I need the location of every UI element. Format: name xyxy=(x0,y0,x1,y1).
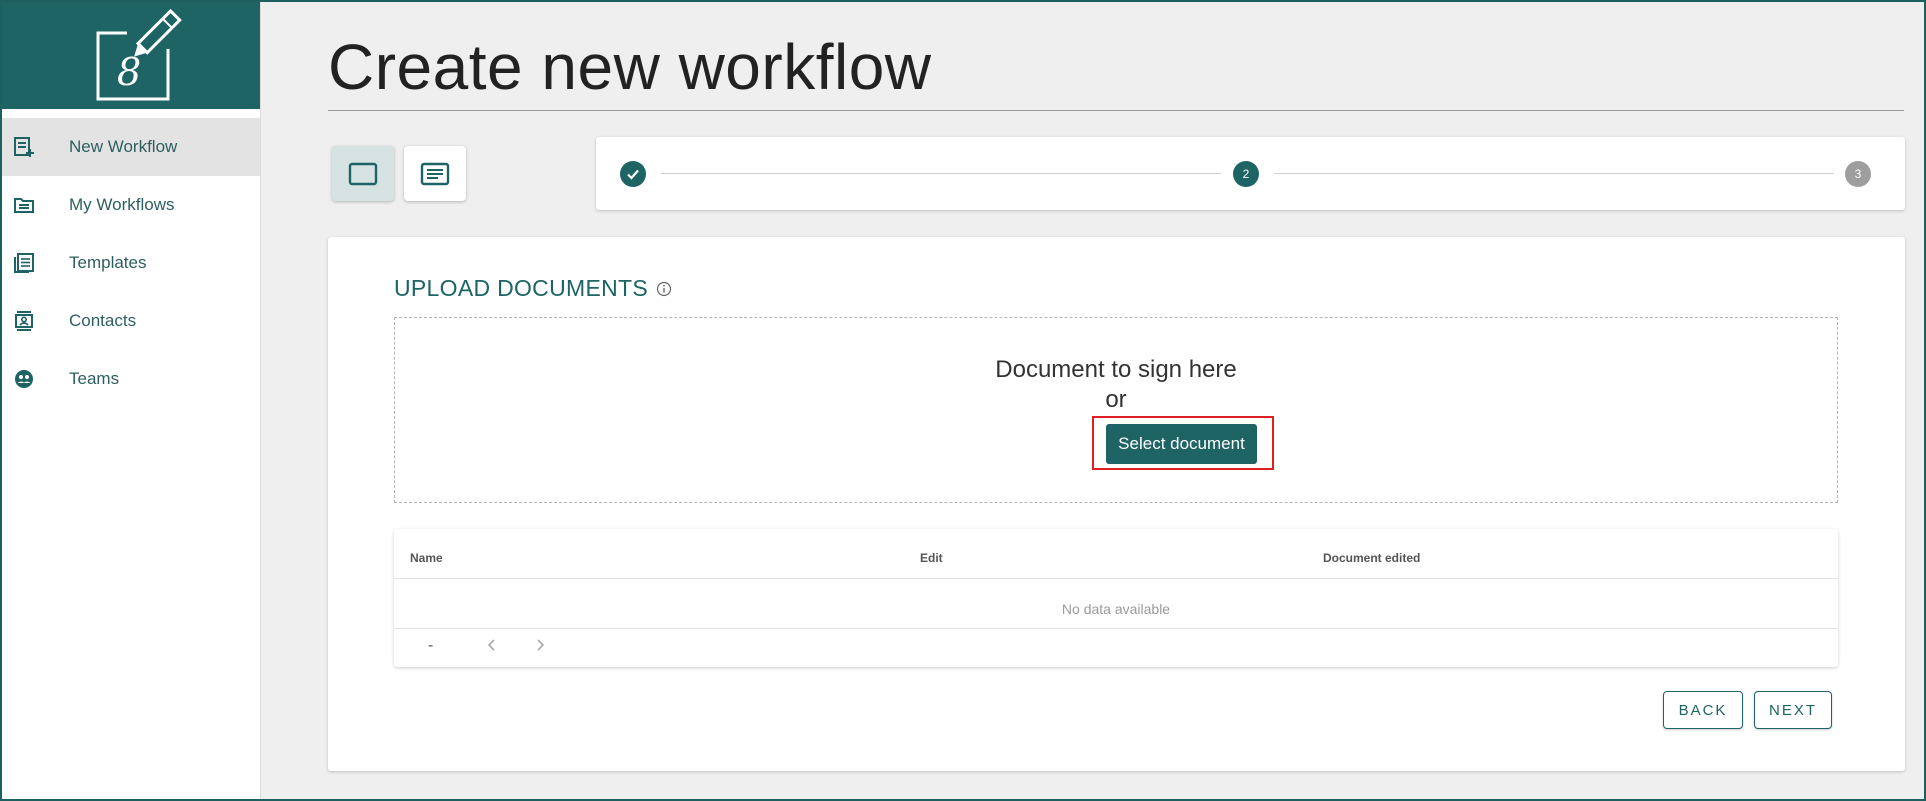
table-divider xyxy=(394,628,1838,629)
sidebar-item-label: My Workflows xyxy=(69,195,175,214)
new-workflow-icon xyxy=(12,135,36,159)
step-3-upcoming[interactable]: 3 xyxy=(1845,161,1871,187)
sidebar-item-teams[interactable]: Teams xyxy=(0,350,260,408)
progress-stepper: 2 3 xyxy=(596,137,1905,210)
upload-heading-text: UPLOAD DOCUMENTS xyxy=(394,275,648,301)
chevron-right-icon[interactable] xyxy=(534,637,546,658)
pagination-range: - xyxy=(428,637,434,654)
page-view-icon xyxy=(348,162,378,185)
sidebar-item-label: Templates xyxy=(69,253,147,272)
logo: 8 xyxy=(0,0,260,109)
documents-table: Name Edit Document edited No data availa… xyxy=(394,529,1838,667)
sidebar-item-label: Contacts xyxy=(69,311,137,330)
teams-icon xyxy=(12,367,36,391)
chevron-left-icon[interactable] xyxy=(486,637,498,658)
signature-logo-icon: 8 xyxy=(96,8,182,100)
single-view-button[interactable] xyxy=(332,146,394,201)
text-view-icon xyxy=(420,162,450,185)
sidebar-item-my-workflows[interactable]: My Workflows xyxy=(0,176,260,234)
step-2-current[interactable]: 2 xyxy=(1233,161,1259,187)
document-dropzone[interactable]: Document to sign here or Select document xyxy=(394,317,1838,503)
sidebar-nav: New Workflow My Workflows Templates Cont… xyxy=(0,118,260,408)
svg-text:8: 8 xyxy=(117,50,141,94)
column-header-document-edited[interactable]: Document edited xyxy=(1323,551,1420,565)
empty-state-text: No data available xyxy=(1061,601,1171,617)
column-header-edit[interactable]: Edit xyxy=(920,551,943,565)
upload-card: UPLOAD DOCUMENTS Document to sign here o… xyxy=(328,237,1905,771)
dropzone-text: Document to sign here xyxy=(995,356,1237,383)
folder-icon xyxy=(12,193,36,217)
column-header-name[interactable]: Name xyxy=(410,551,443,565)
table-divider xyxy=(394,578,1838,579)
info-icon[interactable] xyxy=(656,281,672,297)
text-view-button[interactable] xyxy=(404,146,466,201)
step-1-complete[interactable] xyxy=(620,161,646,187)
sidebar: 8 New Workflow My Workflows Templates Co… xyxy=(0,0,261,801)
sidebar-item-templates[interactable]: Templates xyxy=(0,234,260,292)
sidebar-item-label: Teams xyxy=(69,369,120,388)
sidebar-item-new-workflow[interactable]: New Workflow xyxy=(0,118,260,176)
check-icon xyxy=(627,169,639,180)
back-button[interactable]: BACK xyxy=(1663,691,1743,729)
next-button[interactable]: NEXT xyxy=(1754,691,1832,729)
templates-icon xyxy=(12,251,36,275)
upload-heading: UPLOAD DOCUMENTS xyxy=(394,275,672,302)
step-connector xyxy=(661,173,1221,174)
title-divider xyxy=(328,110,1904,111)
dropzone-or: or xyxy=(1105,386,1127,413)
step-connector xyxy=(1274,173,1834,174)
select-document-button[interactable]: Select document xyxy=(1106,424,1257,464)
contacts-icon xyxy=(12,309,36,333)
sidebar-item-label: New Workflow xyxy=(69,137,178,156)
page-title: Create new workflow xyxy=(328,31,932,103)
sidebar-item-contacts[interactable]: Contacts xyxy=(0,292,260,350)
